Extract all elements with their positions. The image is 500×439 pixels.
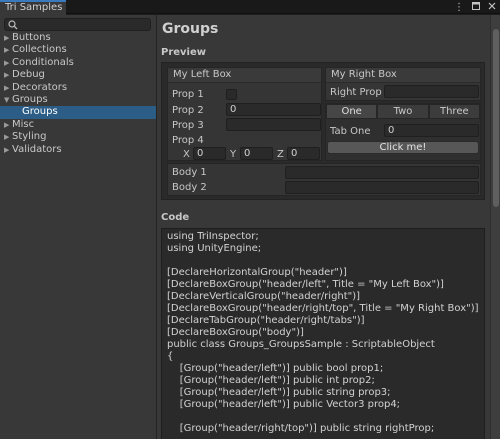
sidebar-item-label: Conditionals (12, 56, 74, 68)
sample-tree: ▶ Buttons ▶ Collections ▶ Conditionals ▶… (0, 32, 156, 156)
sidebar-item-label: Collections (12, 44, 67, 56)
chevron-right-icon[interactable]: ▶ (4, 131, 12, 143)
chevron-right-icon[interactable]: ▶ (4, 69, 12, 81)
code-line: [DeclareBoxGroup("body")] (167, 327, 304, 338)
code-line: [DeclareTabGroup("header/right/tabs")] (167, 315, 365, 326)
code-line: [Group("header/left")] public bool prop1… (167, 363, 384, 374)
chevron-right-icon[interactable]: ▶ (4, 119, 12, 131)
main-panel: Groups Preview My Left Box Prop 1 Prop 2… (157, 15, 500, 439)
page-title: Groups (162, 21, 219, 37)
sidebar-item-misc[interactable]: ▶ Misc (0, 119, 156, 131)
preview-panel: My Left Box Prop 1 Prop 2 0 Prop 3 Prop … (161, 62, 485, 200)
window-tab-title: Tri Samples (5, 2, 63, 13)
sidebar-item-label: Debug (12, 69, 45, 81)
chevron-right-icon[interactable]: ▶ (4, 57, 12, 69)
code-label: Code (161, 212, 190, 223)
code-line: using TriInspector; (167, 231, 259, 242)
sidebar-item-label: Groups (22, 106, 58, 118)
right-box-title: My Right Box (326, 68, 480, 83)
code-line: [DeclareBoxGroup("header/left", Title = … (167, 279, 444, 290)
sidebar-item-label: Decorators (12, 81, 68, 93)
right-prop-label: Right Prop (330, 87, 382, 98)
sidebar-item-label: Misc (12, 118, 35, 130)
scrollbar-thumb[interactable] (493, 29, 499, 207)
window-tab[interactable]: Tri Samples (0, 0, 66, 15)
body2-label: Body 2 (172, 182, 207, 193)
search-input[interactable] (4, 18, 151, 31)
maximize-icon[interactable] (472, 1, 480, 13)
x-field[interactable]: 0 (193, 147, 226, 160)
chevron-right-icon[interactable]: ▶ (4, 32, 12, 44)
search-icon (8, 20, 18, 30)
tab-one[interactable]: One (326, 104, 378, 119)
sidebar-item-groups[interactable]: ▼ Groups (0, 94, 156, 106)
prop4-label: Prop 4 (172, 135, 204, 146)
sidebar-item-buttons[interactable]: ▶ Buttons (0, 32, 156, 44)
prop2-field[interactable]: 0 (226, 103, 321, 116)
prop3-field[interactable] (226, 118, 321, 131)
left-box: My Left Box Prop 1 Prop 2 0 Prop 3 Prop … (167, 67, 322, 161)
code-line: [DeclareHorizontalGroup("header")] (167, 267, 347, 278)
prop3-label: Prop 3 (172, 120, 204, 131)
sidebar: ▶ Buttons ▶ Collections ▶ Conditionals ▶… (0, 15, 157, 439)
preview-label: Preview (161, 47, 207, 58)
z-field[interactable]: 0 (287, 147, 320, 160)
sidebar-item-decorators[interactable]: ▶ Decorators (0, 82, 156, 94)
scrollbar[interactable] (490, 15, 500, 439)
sidebar-item-label: Styling (12, 131, 47, 143)
right-box: My Right Box Right Prop (325, 67, 481, 101)
x-label: X (183, 149, 190, 160)
code-line: [Group("header/left")] public Vector3 pr… (167, 399, 401, 410)
code-line: { (167, 351, 174, 362)
chevron-right-icon[interactable]: ▶ (4, 144, 12, 156)
window-controls: ⋮ (454, 0, 496, 14)
z-label: Z (277, 149, 284, 160)
window-titlebar: Tri Samples ⋮ (0, 0, 500, 15)
left-box-title: My Left Box (168, 68, 321, 83)
prop1-label: Prop 1 (172, 89, 204, 100)
tab-bar: One Two Three (326, 104, 480, 119)
tab-one-field[interactable]: 0 (384, 124, 479, 137)
close-icon[interactable] (488, 2, 496, 13)
sidebar-item-label: Validators (12, 143, 62, 155)
tab-three[interactable]: Three (428, 104, 480, 119)
code-line: [Group("header/left")] public int prop2; (167, 375, 375, 386)
sidebar-item-label: Groups (12, 93, 48, 105)
sidebar-item-debug[interactable]: ▶ Debug (0, 69, 156, 81)
code-line: using UnityEngine; (167, 243, 262, 254)
chevron-right-icon[interactable]: ▶ (4, 82, 12, 94)
code-line: [DeclareVerticalGroup("header/right")] (167, 291, 361, 302)
sidebar-item-label: Buttons (12, 32, 51, 43)
y-label: Y (230, 149, 237, 160)
y-field[interactable]: 0 (240, 147, 273, 160)
code-line: [Group("header/right/top")] public strin… (167, 423, 435, 434)
body-box: Body 1 Body 2 (167, 163, 481, 196)
sidebar-item-collections[interactable]: ▶ Collections (0, 44, 156, 56)
tab-one-label: Tab One (330, 126, 371, 137)
body1-field[interactable] (285, 166, 479, 179)
prop2-label: Prop 2 (172, 105, 204, 116)
sidebar-item-conditionals[interactable]: ▶ Conditionals (0, 57, 156, 69)
chevron-down-icon[interactable]: ▼ (4, 94, 12, 106)
kebab-menu-icon[interactable]: ⋮ (454, 2, 464, 13)
body2-field[interactable] (285, 181, 479, 194)
tab-two[interactable]: Two (377, 104, 429, 119)
sidebar-item-groups-sample[interactable]: Groups (0, 106, 156, 119)
code-line: [DeclareBoxGroup("header/right/top", Tit… (167, 303, 479, 314)
sidebar-item-styling[interactable]: ▶ Styling (0, 131, 156, 143)
code-line: public class Groups_GroupsSample : Scrip… (167, 339, 435, 350)
chevron-right-icon[interactable]: ▶ (4, 44, 12, 56)
tab-group: One Two Three Tab One 0 Click me! (325, 103, 481, 161)
code-block[interactable]: using TriInspector; using UnityEngine; [… (161, 228, 485, 439)
sidebar-item-validators[interactable]: ▶ Validators (0, 144, 156, 156)
right-prop-field[interactable] (384, 85, 479, 98)
body1-label: Body 1 (172, 167, 207, 178)
prop1-checkbox[interactable] (226, 89, 237, 100)
click-me-button[interactable]: Click me! (327, 141, 479, 154)
code-line: [Group("header/left")] public string pro… (167, 387, 391, 398)
